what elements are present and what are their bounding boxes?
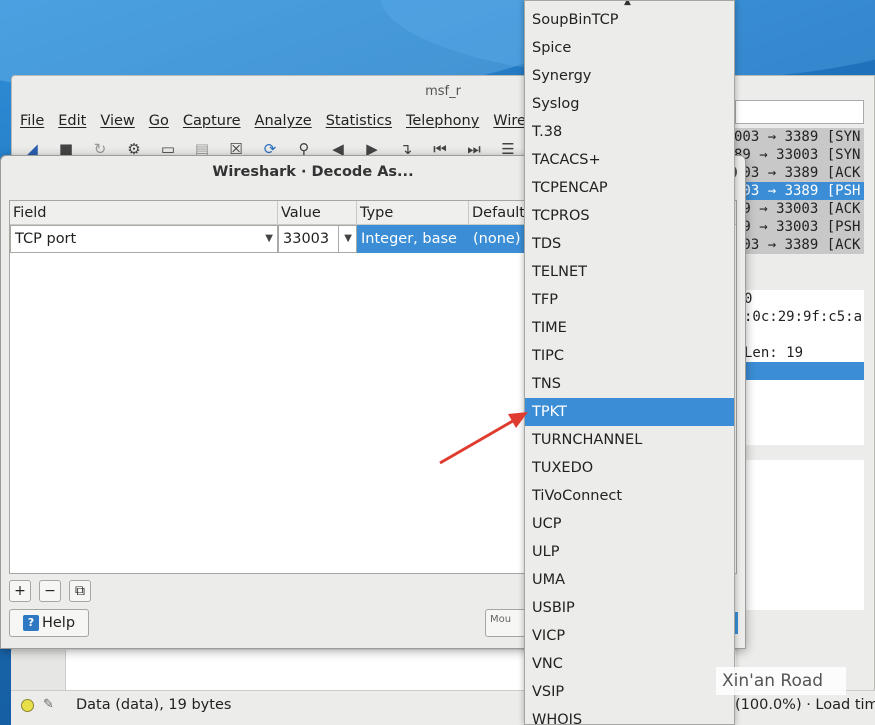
packet-row[interactable]: 003 → 3389 [SYN bbox=[730, 128, 864, 146]
remove-row-button[interactable]: − bbox=[39, 580, 61, 602]
copy-row-button[interactable]: ⧉ bbox=[69, 580, 91, 602]
dropdown-item[interactable]: TPKT bbox=[525, 398, 734, 426]
row-buttons: + − ⧉ bbox=[9, 580, 91, 602]
dropdown-item[interactable]: TNS bbox=[525, 370, 734, 398]
menu-edit[interactable]: Edit bbox=[58, 113, 86, 129]
dropdown-item[interactable]: T.38 bbox=[525, 118, 734, 146]
dropdown-item[interactable]: VICP bbox=[525, 622, 734, 650]
dropdown-item[interactable]: USBIP bbox=[525, 594, 734, 622]
menu-analyze[interactable]: Analyze bbox=[255, 113, 312, 129]
dropdown-item[interactable]: TUXEDO bbox=[525, 454, 734, 482]
dropdown-item[interactable]: VNC bbox=[525, 650, 734, 678]
help-button[interactable]: ? Help bbox=[9, 609, 89, 637]
scroll-up-icon[interactable]: ▲ bbox=[624, 1, 631, 7]
packet-row[interactable]: 003 → 3389 [ACK bbox=[730, 164, 864, 182]
detail-line[interactable]: :0c:29:9f:c5:a bbox=[730, 308, 864, 326]
menu-file[interactable]: File bbox=[20, 113, 44, 129]
display-filter-input[interactable] bbox=[735, 100, 864, 124]
watermark-text: Xin'an Road bbox=[716, 667, 846, 695]
dropdown-item[interactable]: TCPENCAP bbox=[525, 174, 734, 202]
status-bar: ✎ Data (data), 19 bytes (100.0%) · Load … bbox=[11, 690, 875, 725]
hex-pane bbox=[730, 460, 864, 610]
column-value[interactable]: Value bbox=[278, 201, 357, 224]
packet-list: 003 → 3389 [SYN 89 → 33003 [SYN 003 → 3389… bbox=[730, 128, 864, 254]
dropdown-item[interactable]: TIME bbox=[525, 314, 734, 342]
protocol-dropdown-list[interactable]: ▲ SoupBinTCP Spice Synergy Syslog T.38 TACACS… bbox=[524, 0, 735, 725]
detail-line[interactable] bbox=[730, 326, 864, 344]
menu-statistics[interactable]: Statistics bbox=[326, 113, 392, 129]
detail-line[interactable]: Len: 19 bbox=[730, 344, 864, 362]
value-select[interactable]: 33003 ▼ bbox=[278, 225, 357, 253]
detail-line[interactable]: 0 bbox=[730, 290, 864, 308]
chevron-down-icon: ▼ bbox=[265, 233, 273, 244]
dropdown-item[interactable]: TELNET bbox=[525, 258, 734, 286]
dropdown-item[interactable]: TURNCHANNEL bbox=[525, 426, 734, 454]
detail-selected-line[interactable] bbox=[730, 362, 864, 380]
dropdown-item[interactable]: TDS bbox=[525, 230, 734, 258]
left-gutter bbox=[11, 650, 66, 690]
help-label: Help bbox=[41, 615, 76, 631]
ok-button[interactable]: Mou bbox=[485, 609, 529, 637]
packet-row[interactable]: 003 → 3389 [ACK bbox=[730, 236, 864, 254]
menu-go[interactable]: Go bbox=[149, 113, 169, 129]
dropdown-item[interactable]: VSIP bbox=[525, 678, 734, 706]
type-cell[interactable]: Integer, base 10 bbox=[357, 225, 469, 275]
dropdown-item[interactable]: TIPC bbox=[525, 342, 734, 370]
packet-row[interactable]: 89 → 33003 [SYN bbox=[730, 146, 864, 164]
dropdown-item[interactable]: TFP bbox=[525, 286, 734, 314]
menu-capture[interactable]: Capture bbox=[183, 113, 241, 129]
dropdown-item[interactable]: ULP bbox=[525, 538, 734, 566]
dropdown-item[interactable]: TiVoConnect bbox=[525, 482, 734, 510]
edit-comment-icon[interactable]: ✎ bbox=[43, 697, 54, 712]
packet-details: 0 :0c:29:9f:c5:a Len: 19 bbox=[730, 290, 864, 445]
field-select[interactable]: TCP port ▼ bbox=[10, 225, 278, 253]
menu-telephony[interactable]: Telephony bbox=[406, 113, 479, 129]
value-value: 33003 bbox=[283, 231, 330, 247]
dropdown-item[interactable]: Spice bbox=[525, 34, 734, 62]
dropdown-item[interactable]: WHOIS bbox=[525, 706, 734, 724]
packet-row[interactable]: 89 → 33003 [PSH bbox=[730, 218, 864, 236]
column-type[interactable]: Type bbox=[357, 201, 469, 224]
dropdown-item[interactable]: UMA bbox=[525, 566, 734, 594]
packet-row[interactable]: 003 → 3389 [PSH bbox=[730, 182, 864, 200]
status-text: Data (data), 19 bytes bbox=[76, 697, 232, 713]
chevron-down-icon: ▼ bbox=[338, 226, 352, 252]
dropdown-item[interactable]: Synergy bbox=[525, 62, 734, 90]
help-icon: ? bbox=[22, 615, 39, 631]
dropdown-item[interactable]: UCP bbox=[525, 510, 734, 538]
column-field[interactable]: Field bbox=[10, 201, 278, 224]
packet-row[interactable]: 89 → 33003 [ACK bbox=[730, 200, 864, 218]
dropdown-item[interactable]: Syslog bbox=[525, 90, 734, 118]
dropdown-item[interactable]: TACACS+ bbox=[525, 146, 734, 174]
add-row-button[interactable]: + bbox=[9, 580, 31, 602]
expert-info-icon[interactable] bbox=[21, 699, 34, 712]
status-right: (100.0%) · Load time bbox=[735, 697, 875, 713]
menu-view[interactable]: View bbox=[100, 113, 134, 129]
field-value: TCP port bbox=[15, 231, 77, 247]
dropdown-item[interactable]: SoupBinTCP bbox=[525, 6, 734, 34]
dropdown-item[interactable]: TCPROS bbox=[525, 202, 734, 230]
